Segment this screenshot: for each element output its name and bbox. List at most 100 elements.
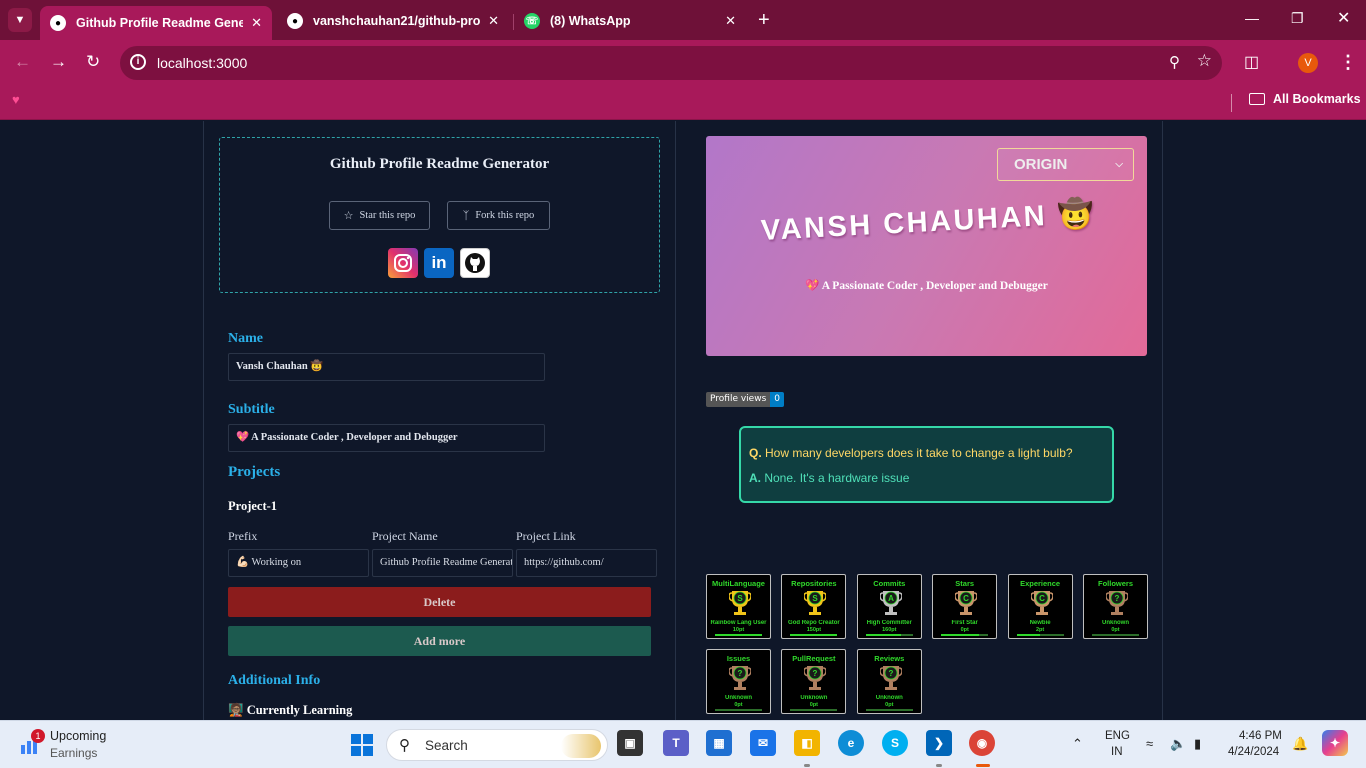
joke-answer: A. None. It's a hardware issue	[749, 471, 909, 485]
fork-repo-label: Fork this repo	[475, 210, 535, 221]
address-bar[interactable]: i localhost:3000 ⚲ ☆	[120, 46, 1222, 80]
joke-answer-text: None. It's a hardware issue	[764, 471, 910, 485]
battery-icon[interactable]: ▮	[1194, 736, 1201, 752]
all-bookmarks-button[interactable]: All Bookmarks	[1249, 92, 1361, 106]
edge-icon[interactable]: e	[838, 730, 864, 756]
clock-date[interactable]: 4/24/2024	[1228, 746, 1279, 758]
prefix-input[interactable]: 💪🏻 Working on	[228, 549, 369, 577]
tab-readme-generator[interactable]: ● Github Profile Readme Generator ✕	[40, 6, 272, 40]
app-title: Github Profile Readme Generator	[329, 156, 550, 172]
trophy-icon: ?	[729, 666, 751, 690]
show-hidden-icons[interactable]: ⌃	[1072, 736, 1083, 752]
star-repo-button[interactable]: ☆ Star this repo	[329, 201, 430, 230]
close-icon[interactable]: ✕	[488, 13, 499, 29]
svg-text:S: S	[813, 594, 819, 603]
start-button[interactable]	[351, 734, 373, 756]
restore-icon[interactable]: ❐	[1291, 10, 1304, 27]
instagram-icon[interactable]	[388, 248, 418, 278]
close-icon[interactable]: ✕	[725, 13, 736, 29]
trophy-icon: C	[1030, 591, 1053, 615]
linkedin-icon[interactable]: in	[424, 248, 454, 278]
joke-card: Q. How many developers does it take to c…	[739, 426, 1114, 503]
subtitle-input[interactable]: 💖 A Passionate Coder , Developer and Deb…	[228, 424, 545, 452]
svg-text:A: A	[888, 594, 894, 603]
add-more-button[interactable]: Add more	[228, 626, 651, 656]
file-explorer-icon[interactable]: ◧	[794, 730, 820, 756]
bookmarks-separator	[1231, 94, 1232, 112]
svg-text:?: ?	[1115, 594, 1120, 603]
trophy-title: Followers	[1097, 579, 1133, 588]
trophy-icon: C	[955, 591, 978, 615]
browser-toolbar: ← → ↻ i localhost:3000 ⚲ ☆	[0, 40, 1366, 86]
forward-icon[interactable]: →	[50, 52, 67, 72]
tab-github-repo[interactable]: ● vanshchauhan21/github-profile-readme-g…	[277, 6, 509, 36]
trophy-title: Repositories	[791, 579, 837, 588]
bookmark-heart-icon[interactable]: ♥	[12, 92, 20, 107]
theme-select[interactable]: ORIGIN ⌵	[997, 148, 1134, 181]
store-icon[interactable]: ▦	[706, 730, 732, 756]
new-tab-button[interactable]: +	[758, 8, 770, 32]
back-icon[interactable]: ←	[14, 52, 31, 72]
trophy-card: Reviews? Unknown 0pt	[856, 649, 922, 714]
tab-bar: ▼ ● Github Profile Readme Generator ✕ ● …	[0, 0, 1366, 40]
project-link-input[interactable]: https://github.com/	[516, 549, 657, 577]
trophy-progress-fill	[715, 634, 762, 636]
teams-icon[interactable]: T	[663, 730, 689, 756]
site-info-icon[interactable]: i	[130, 54, 146, 70]
chrome-icon[interactable]: ◉	[969, 730, 995, 756]
trophy-title: PullRequest	[792, 654, 836, 663]
additional-info-heading: Additional Info	[228, 673, 321, 688]
vscode-icon[interactable]: ❯	[926, 730, 952, 756]
extensions-icon[interactable]: ◫	[1244, 52, 1259, 72]
delete-button[interactable]: Delete	[228, 587, 651, 617]
trophy-progress-fill	[790, 634, 838, 636]
tab-whatsapp[interactable]: ☏ (8) WhatsApp ✕	[514, 6, 746, 36]
trophy-rank: Unknown	[800, 695, 828, 701]
close-icon[interactable]: ✕	[251, 15, 262, 31]
copilot-icon[interactable]: ✦	[1322, 730, 1348, 756]
language-indicator[interactable]: ENG	[1105, 730, 1130, 742]
tab-search-button[interactable]: ▼	[8, 8, 32, 32]
clock-time[interactable]: 4:46 PM	[1239, 730, 1282, 742]
trophy-card: Stars C First Star 0pt	[932, 574, 998, 639]
joke-question: Q. How many developers does it take to c…	[749, 446, 1073, 460]
project-1-heading: Project-1	[228, 499, 278, 513]
project-name-input[interactable]: Github Profile Readme Generator	[372, 549, 513, 577]
window-close-icon[interactable]: ✕	[1337, 8, 1350, 28]
bookmark-star-icon[interactable]: ☆	[1197, 51, 1212, 71]
trophy-title: MultiLanguage	[712, 579, 765, 588]
trophy-progress-bar	[715, 709, 762, 711]
page-content: Github Profile Readme Generator ☆ Star t…	[0, 121, 1366, 720]
running-indicator	[936, 764, 942, 767]
profile-views-count: 0	[770, 392, 784, 407]
weather-title: Upcoming	[50, 729, 107, 743]
volume-icon[interactable]: 🔈	[1170, 736, 1186, 752]
star-repo-label: Star this repo	[359, 210, 416, 221]
fork-icon: ᛉ	[462, 209, 470, 222]
skype-icon[interactable]: S	[882, 730, 908, 756]
browser-menu-icon[interactable]: ⋮	[1339, 52, 1357, 73]
wifi-icon[interactable]: ≈	[1146, 736, 1153, 751]
tab-title: Github Profile Readme Generator	[76, 16, 244, 30]
notification-bell-icon[interactable]: 🔔	[1292, 736, 1308, 752]
prefix-label: Prefix	[228, 529, 258, 543]
mail-icon[interactable]: ✉	[750, 730, 776, 756]
zoom-icon[interactable]: ⚲	[1169, 53, 1180, 71]
trophy-icon: A	[879, 591, 902, 615]
trophy-card: PullRequest? Unknown 0pt	[781, 649, 847, 714]
language-region[interactable]: IN	[1111, 746, 1123, 758]
profile-views-badge: Profile views 0	[706, 392, 784, 407]
name-input[interactable]: Vansh Chauhan 🤠	[228, 353, 545, 381]
url-text[interactable]: localhost:3000	[157, 55, 247, 71]
task-view-icon[interactable]: ▣	[617, 730, 643, 756]
trophy-card: Repositories S God Repo Creator 150pt	[781, 574, 847, 639]
trophy-title: Experience	[1020, 579, 1061, 588]
trophy-rank: Unknown	[875, 695, 903, 701]
taskbar-search[interactable]: ⚲ Search	[386, 729, 608, 761]
github-icon[interactable]	[460, 248, 490, 278]
profile-avatar[interactable]: V	[1298, 53, 1318, 73]
reload-icon[interactable]: ↻	[86, 52, 100, 72]
trophy-progress-bar	[1016, 634, 1064, 636]
minimize-icon[interactable]: —	[1245, 10, 1259, 26]
fork-repo-button[interactable]: ᛉ Fork this repo	[447, 201, 550, 230]
